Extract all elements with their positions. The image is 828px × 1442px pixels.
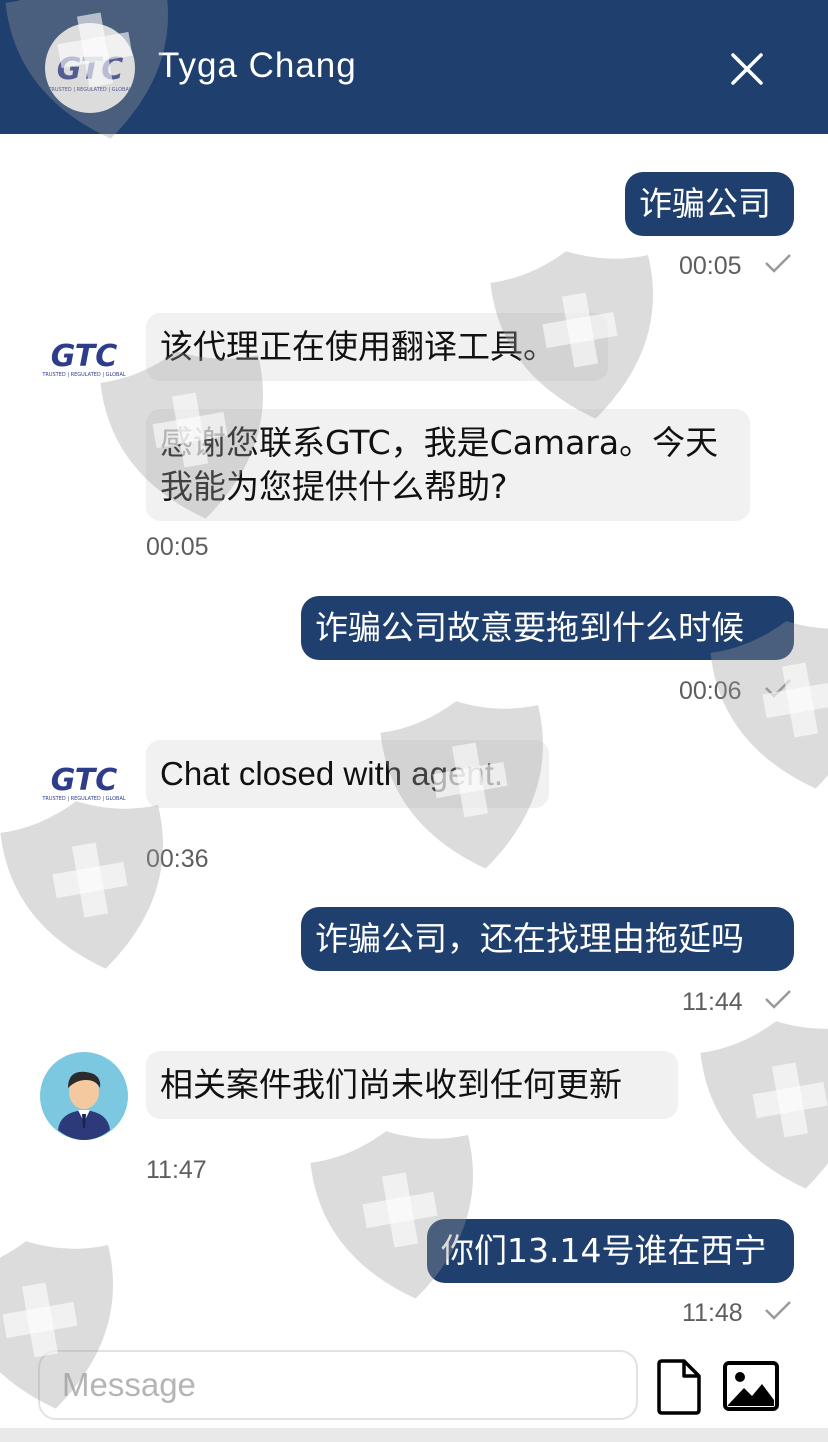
logo-tagline: TRUSTED | REGULATED | GLOBAL	[41, 796, 126, 802]
incoming-message: 该代理正在使用翻译工具。	[146, 313, 608, 381]
gtc-logo-avatar: GTC TRUSTED | REGULATED | GLOBAL	[40, 746, 128, 834]
company-logo-avatar: GTC TRUSTED | REGULATED | GLOBAL	[45, 23, 135, 113]
message-time: 00:05	[679, 252, 742, 280]
logo-text: GTC	[51, 763, 118, 798]
message-time: 11:48	[682, 1299, 743, 1327]
outgoing-message: 诈骗公司，还在找理由拖延吗	[301, 907, 794, 971]
check-icon	[765, 1301, 791, 1320]
incoming-message: 相关案件我们尚未收到任何更新	[146, 1051, 678, 1119]
close-button[interactable]	[722, 44, 772, 94]
check-icon	[765, 990, 791, 1009]
check-icon	[765, 254, 791, 273]
message-time: 00:36	[146, 845, 209, 873]
agent-avatar	[40, 1052, 128, 1140]
outgoing-message: 诈骗公司	[625, 172, 794, 236]
gtc-logo-avatar: GTC TRUSTED | REGULATED | GLOBAL	[40, 322, 128, 410]
logo-text: GTC	[57, 52, 124, 87]
incoming-message: Chat closed with agent.	[146, 740, 549, 808]
logo-tagline: TRUSTED | REGULATED | GLOBAL	[41, 372, 126, 378]
outgoing-message: 你们13.14号谁在西宁	[427, 1219, 794, 1283]
message-time: 11:44	[682, 988, 743, 1016]
message-time: 11:47	[146, 1156, 207, 1184]
check-icon	[765, 679, 791, 698]
attach-image-button[interactable]	[722, 1360, 780, 1412]
image-icon	[723, 1361, 779, 1411]
message-time: 00:06	[679, 677, 742, 705]
composer	[0, 1338, 828, 1442]
outgoing-message: 诈骗公司故意要拖到什么时候	[301, 596, 794, 660]
attach-file-button[interactable]	[656, 1358, 702, 1416]
file-icon	[657, 1359, 701, 1415]
contact-name: Tyga Chang	[158, 46, 357, 85]
bottom-bar	[0, 1428, 828, 1442]
logo-text: GTC	[51, 339, 118, 374]
logo-tagline: TRUSTED | REGULATED | GLOBAL	[47, 87, 132, 93]
message-input[interactable]	[38, 1350, 638, 1420]
chat-header: GTC TRUSTED | REGULATED | GLOBAL Tyga Ch…	[0, 0, 828, 134]
chat-window: GTC TRUSTED | REGULATED | GLOBAL Tyga Ch…	[0, 0, 828, 1442]
close-icon	[731, 53, 763, 85]
message-time: 00:05	[146, 533, 209, 561]
incoming-message: 感谢您联系GTC，我是Camara。今天我能为您提供什么帮助?	[146, 409, 750, 521]
